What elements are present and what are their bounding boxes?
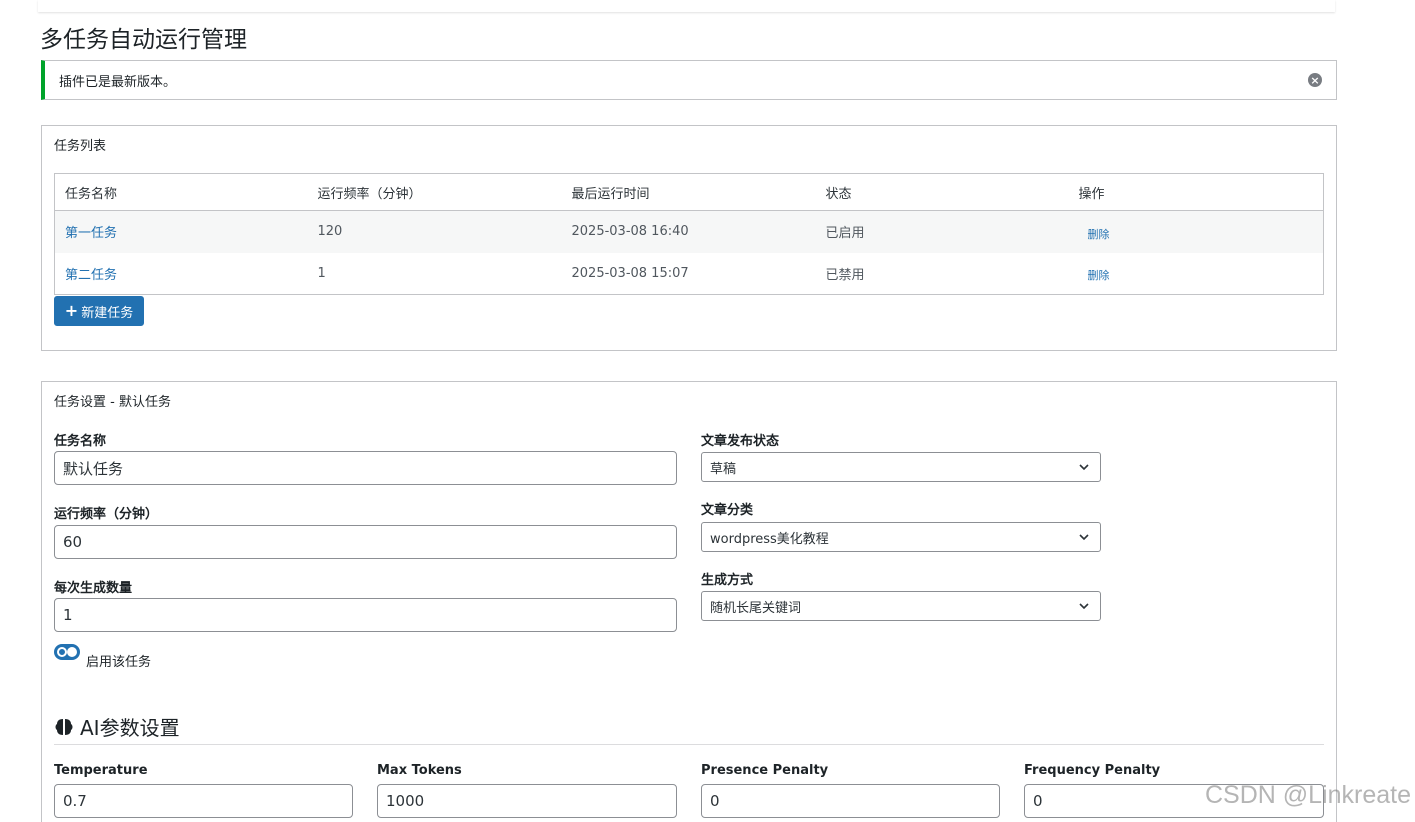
new-task-button[interactable]: + 新建任务 <box>54 296 144 326</box>
ai-section-label: AI参数设置 <box>80 716 180 740</box>
table-row: 第二任务 1 2025-03-08 15:07 已禁用 删除 <box>55 253 1324 295</box>
delete-link[interactable]: 删除 <box>1079 228 1110 241</box>
category-value: wordpress美化教程 <box>710 531 829 547</box>
section-divider <box>54 744 1324 745</box>
task-frequency: 120 <box>307 210 562 253</box>
task-name-link[interactable]: 第一任务 <box>65 226 117 241</box>
frequency-penalty-label: Frequency Penalty <box>1024 763 1161 778</box>
publish-status-value: 草稿 <box>710 461 737 477</box>
chevron-down-icon <box>1079 464 1089 471</box>
presence-penalty-label: Presence Penalty <box>701 763 829 778</box>
category-select[interactable]: wordpress美化教程 <box>701 522 1101 552</box>
method-value: 随机长尾关键词 <box>710 600 802 616</box>
task-list-panel: 任务列表 任务名称 运行频率（分钟） 最后运行时间 状态 操作 第一任务 120… <box>41 125 1337 351</box>
method-label: 生成方式 <box>701 573 754 588</box>
frequency-label: 运行频率（分钟） <box>54 507 159 522</box>
table-header-row: 任务名称 运行频率（分钟） 最后运行时间 状态 操作 <box>54 173 1324 211</box>
frequency-input[interactable]: 60 <box>54 525 677 559</box>
notice-text: 插件已是最新版本。 <box>59 74 177 90</box>
task-last-run: 2025-03-08 15:07 <box>571 265 689 281</box>
task-status: 已启用 <box>815 210 1069 253</box>
presence-penalty-input[interactable]: 0 <box>701 784 1000 818</box>
watermark: CSDN @Linkreate <box>1204 781 1411 809</box>
update-notice: 插件已是最新版本。 × <box>41 60 1337 100</box>
table-row: 第一任务 120 2025-03-08 16:40 已启用 删除 <box>54 210 1324 253</box>
settings-heading: 任务设置 - 默认任务 <box>54 395 171 410</box>
temperature-input[interactable]: 0.7 <box>54 784 353 818</box>
chevron-down-icon <box>1079 603 1089 610</box>
toggle-knob <box>67 647 77 657</box>
column-header-status: 状态 <box>815 173 1069 211</box>
task-settings-panel: 任务设置 - 默认任务 任务名称 默认任务 运行频率（分钟） 60 每次生成数量… <box>41 381 1337 822</box>
brain-icon <box>55 718 73 735</box>
publish-status-label: 文章发布状态 <box>701 434 780 449</box>
temperature-label: Temperature <box>54 763 148 778</box>
task-list-heading: 任务列表 <box>54 139 107 154</box>
task-last-run: 2025-03-08 16:40 <box>561 210 816 253</box>
column-header-name: 任务名称 <box>54 173 308 211</box>
task-name-label: 任务名称 <box>54 434 107 449</box>
enable-task-toggle[interactable] <box>54 644 80 660</box>
chevron-down-icon <box>1079 534 1089 541</box>
task-frequency: 1 <box>317 265 326 281</box>
task-table: 任务名称 运行频率（分钟） 最后运行时间 状态 操作 第一任务 120 2025… <box>54 173 1324 295</box>
count-label: 每次生成数量 <box>54 581 133 596</box>
page-title: 多任务自动运行管理 <box>40 27 247 53</box>
task-name-link[interactable]: 第二任务 <box>65 268 117 283</box>
new-task-label: 新建任务 <box>81 305 134 321</box>
max-tokens-input[interactable]: 1000 <box>377 784 677 818</box>
top-strip <box>38 0 1335 12</box>
publish-status-select[interactable]: 草稿 <box>701 452 1101 482</box>
count-input[interactable]: 1 <box>54 598 677 632</box>
max-tokens-label: Max Tokens <box>377 763 462 778</box>
toggle-ring-icon <box>57 647 67 657</box>
close-icon[interactable]: × <box>1308 73 1322 87</box>
ai-section-title: AI参数设置 <box>54 712 180 741</box>
delete-link[interactable]: 删除 <box>1079 269 1110 282</box>
method-select[interactable]: 随机长尾关键词 <box>701 591 1101 621</box>
category-label: 文章分类 <box>701 503 754 518</box>
column-header-last-run: 最后运行时间 <box>561 173 816 211</box>
column-header-action: 操作 <box>1068 173 1324 211</box>
task-status: 已禁用 <box>825 267 865 283</box>
plus-icon: + <box>64 301 79 320</box>
enable-task-label: 启用该任务 <box>86 655 152 670</box>
column-header-frequency: 运行频率（分钟） <box>307 173 562 211</box>
task-name-input[interactable]: 默认任务 <box>54 451 677 485</box>
